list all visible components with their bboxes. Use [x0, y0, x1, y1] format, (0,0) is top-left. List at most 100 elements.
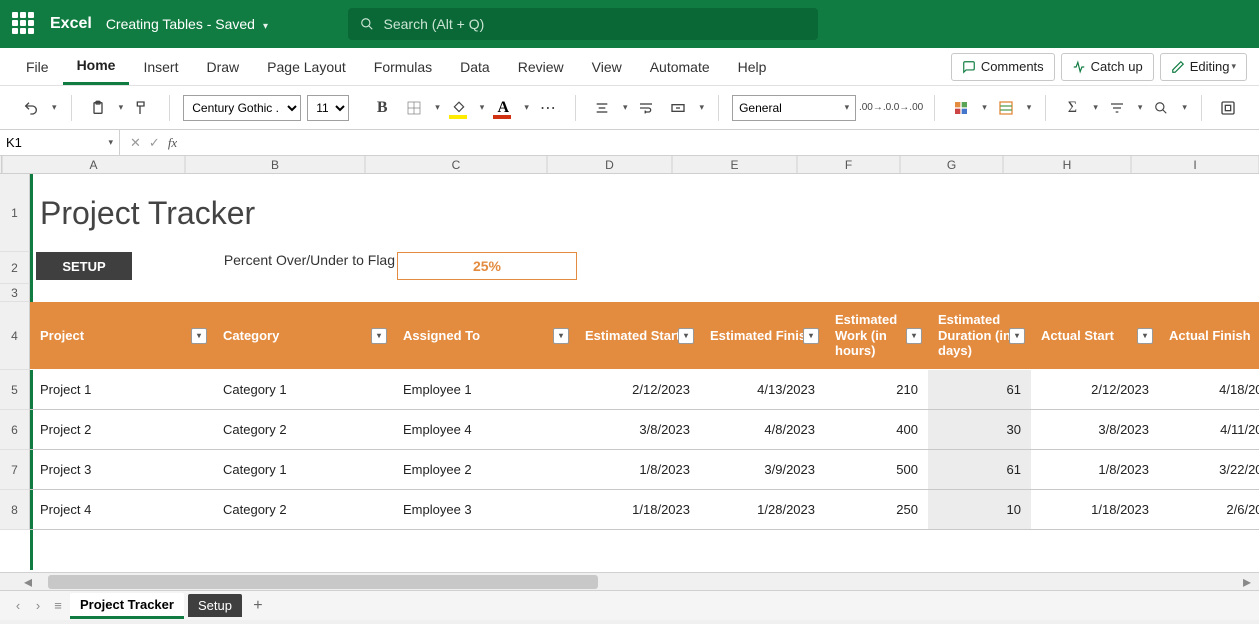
row-header[interactable]: 8 — [0, 490, 30, 530]
table-row[interactable]: 8 Project 4 Category 2 Employee 3 1/18/2… — [0, 490, 1259, 530]
borders-button[interactable] — [401, 95, 427, 121]
cell[interactable]: 400 — [825, 410, 928, 450]
row-header[interactable]: 7 — [0, 450, 30, 490]
font-color-button[interactable]: A — [490, 95, 516, 121]
tab-data[interactable]: Data — [446, 48, 504, 85]
cell[interactable]: 2/12/2023 — [1031, 370, 1159, 410]
table-row[interactable]: 5 Project 1 Category 1 Employee 1 2/12/2… — [0, 370, 1259, 410]
tab-draw[interactable]: Draw — [192, 48, 253, 85]
table-header[interactable]: Project▾ — [30, 302, 213, 370]
cell[interactable]: Project 4 — [30, 490, 213, 530]
col-header[interactable]: G — [900, 156, 1003, 173]
cell[interactable]: Category 1 — [213, 370, 393, 410]
sheet-nav-next[interactable]: › — [28, 598, 48, 613]
cell[interactable]: 4/13/2023 — [700, 370, 825, 410]
name-box[interactable]: K1▾ — [0, 130, 120, 155]
format-painter-button[interactable] — [129, 95, 155, 121]
cell[interactable]: Employee 4 — [393, 410, 575, 450]
cell[interactable]: Project 2 — [30, 410, 213, 450]
sheet-list-icon[interactable]: ≡ — [48, 598, 68, 613]
tab-insert[interactable]: Insert — [129, 48, 192, 85]
tab-formulas[interactable]: Formulas — [360, 48, 446, 85]
fill-color-button[interactable] — [446, 95, 472, 121]
filter-icon[interactable]: ▾ — [906, 328, 922, 344]
col-header[interactable]: C — [365, 156, 547, 173]
cell[interactable]: Project 1 — [30, 370, 213, 410]
tab-review[interactable]: Review — [504, 48, 578, 85]
addins-button[interactable] — [1215, 95, 1241, 121]
format-table-button[interactable] — [993, 95, 1019, 121]
cell[interactable]: 500 — [825, 450, 928, 490]
col-header[interactable]: B — [185, 156, 365, 173]
cell[interactable]: 3/8/2023 — [1031, 410, 1159, 450]
more-font-button[interactable]: ⋯ — [535, 95, 561, 121]
cell[interactable]: 1/28/2023 — [700, 490, 825, 530]
col-header[interactable]: F — [797, 156, 900, 173]
paste-button[interactable] — [85, 95, 111, 121]
font-size-select[interactable]: 11 — [307, 95, 349, 121]
col-header[interactable]: I — [1131, 156, 1259, 173]
cell[interactable]: 1/8/2023 — [575, 450, 700, 490]
cell[interactable]: 3/22/2023 — [1159, 450, 1259, 490]
tab-view[interactable]: View — [578, 48, 636, 85]
cell[interactable]: 1/18/2023 — [1031, 490, 1159, 530]
row-header[interactable]: 4 — [0, 302, 30, 370]
cell[interactable]: 4/18/2023 — [1159, 370, 1259, 410]
col-header[interactable]: D — [547, 156, 672, 173]
conditional-format-button[interactable] — [948, 95, 974, 121]
filter-icon[interactable]: ▾ — [553, 328, 569, 344]
cell[interactable]: Employee 3 — [393, 490, 575, 530]
sheet-nav-prev[interactable]: ‹ — [8, 598, 28, 613]
search-input[interactable]: Search (Alt + Q) — [348, 8, 818, 40]
editing-button[interactable]: Editing▾ — [1160, 53, 1247, 81]
cell[interactable]: Category 2 — [213, 490, 393, 530]
filter-icon[interactable]: ▾ — [678, 328, 694, 344]
autosum-button[interactable]: Σ — [1059, 95, 1085, 121]
document-name[interactable]: Creating Tables - Saved▾ — [106, 16, 268, 32]
row-header[interactable]: 2 — [0, 252, 30, 284]
cell[interactable]: Category 1 — [213, 450, 393, 490]
number-format-select[interactable]: General▾ — [732, 95, 856, 121]
tab-home[interactable]: Home — [63, 48, 130, 85]
fx-icon[interactable]: fx — [168, 135, 177, 151]
table-row[interactable]: 7 Project 3 Category 1 Employee 2 1/8/20… — [0, 450, 1259, 490]
tab-file[interactable]: File — [12, 48, 63, 85]
tab-automate[interactable]: Automate — [636, 48, 724, 85]
col-header[interactable]: E — [672, 156, 797, 173]
filter-icon[interactable]: ▾ — [1137, 328, 1153, 344]
table-header[interactable]: Estimated Finish▾ — [700, 302, 825, 370]
app-launcher-icon[interactable] — [12, 12, 36, 36]
table-header[interactable]: Estimated Start▾ — [575, 302, 700, 370]
row-header[interactable]: 5 — [0, 370, 30, 410]
flag-value-cell[interactable]: 25% — [397, 252, 577, 280]
row-header[interactable]: 3 — [0, 284, 30, 302]
cell[interactable]: 2/12/2023 — [575, 370, 700, 410]
increase-decimal-button[interactable]: .0→.00 — [894, 95, 920, 121]
table-header[interactable]: Actual Finish▾ — [1159, 302, 1259, 370]
cell[interactable]: 4/11/2023 — [1159, 410, 1259, 450]
comments-button[interactable]: Comments — [951, 53, 1055, 81]
spreadsheet-grid[interactable]: 1 Project Tracker 2 SETUP Percent Over/U… — [0, 174, 1259, 572]
table-row[interactable]: 6 Project 2 Category 2 Employee 4 3/8/20… — [0, 410, 1259, 450]
col-header[interactable]: A — [2, 156, 185, 173]
scroll-thumb[interactable] — [48, 575, 598, 589]
cell[interactable]: 1/18/2023 — [575, 490, 700, 530]
cell[interactable]: 3/8/2023 — [575, 410, 700, 450]
row-header[interactable]: 6 — [0, 410, 30, 450]
sheet-tab-setup[interactable]: Setup — [188, 594, 242, 617]
cell[interactable]: 2/6/2023 — [1159, 490, 1259, 530]
wrap-text-button[interactable] — [633, 95, 659, 121]
decrease-decimal-button[interactable]: .00→.0 — [862, 95, 888, 121]
filter-icon[interactable]: ▾ — [371, 328, 387, 344]
cell[interactable]: 250 — [825, 490, 928, 530]
bold-button[interactable]: B — [369, 95, 395, 121]
sort-filter-button[interactable] — [1104, 95, 1130, 121]
cell[interactable]: Employee 1 — [393, 370, 575, 410]
cell[interactable]: 61 — [928, 370, 1031, 410]
row-header[interactable]: 1 — [0, 174, 30, 252]
table-header[interactable]: Estimated Duration (in days)▾ — [928, 302, 1031, 370]
cell[interactable]: Category 2 — [213, 410, 393, 450]
cell[interactable]: Employee 2 — [393, 450, 575, 490]
horizontal-scrollbar[interactable]: ◂ ▸ — [0, 572, 1259, 590]
undo-button[interactable] — [18, 95, 44, 121]
